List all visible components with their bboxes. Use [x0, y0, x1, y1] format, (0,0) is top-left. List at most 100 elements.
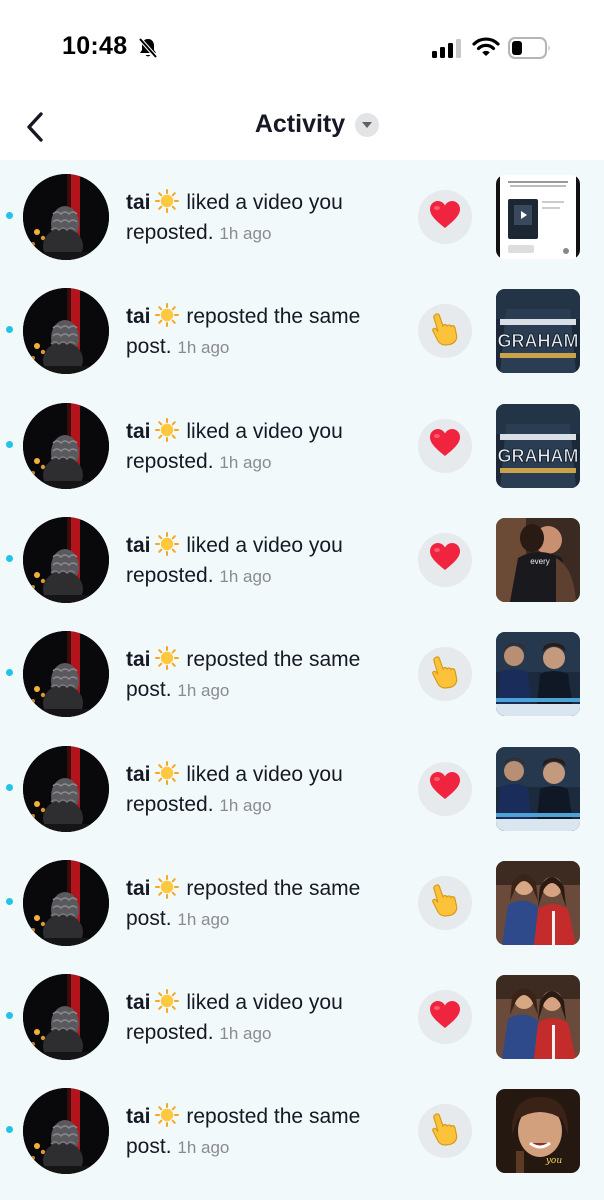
username[interactable]: tai	[126, 1105, 151, 1128]
username[interactable]: tai	[126, 191, 151, 214]
avatar[interactable]	[23, 859, 109, 946]
username[interactable]: tai	[126, 763, 151, 786]
timestamp: 1h ago	[219, 566, 272, 586]
unread-dot	[6, 669, 13, 677]
svg-text:you: you	[545, 1156, 563, 1166]
timestamp: 1h ago	[177, 909, 230, 929]
sun-icon	[154, 874, 179, 906]
avatar[interactable]	[23, 974, 109, 1061]
video-thumbnail[interactable]: every	[496, 517, 580, 602]
video-thumbnail[interactable]	[496, 175, 580, 259]
heart-icon	[429, 200, 461, 235]
timestamp: 1h ago	[177, 338, 230, 358]
avatar[interactable]	[23, 174, 109, 260]
activity-text[interactable]: tai reposted the same post. 1h ago	[126, 874, 406, 933]
sun-icon	[154, 760, 179, 792]
activity-list: tai liked a video you reposted. 1h ago t…	[0, 160, 604, 1200]
pointing-hand-icon	[429, 1112, 461, 1151]
video-thumbnail[interactable]: you	[496, 1089, 580, 1174]
avatar[interactable]	[23, 402, 109, 489]
unread-dot	[6, 897, 13, 905]
timestamp: 1h ago	[219, 795, 272, 815]
avatar[interactable]	[23, 516, 109, 603]
repost-button[interactable]	[418, 647, 472, 702]
header: Activity	[0, 96, 604, 158]
unread-dot	[6, 440, 13, 448]
heart-icon	[429, 428, 461, 463]
sun-icon	[154, 417, 179, 449]
username[interactable]: tai	[126, 305, 151, 328]
activity-text[interactable]: tai liked a video you reposted. 1h ago	[126, 531, 406, 590]
activity-text[interactable]: tai liked a video you reposted. 1h ago	[126, 989, 406, 1047]
username[interactable]: tai	[126, 420, 151, 443]
unread-dot	[6, 554, 13, 562]
activity-text[interactable]: tai reposted the same post. 1h ago	[126, 1103, 406, 1161]
signal-icon	[432, 38, 462, 63]
wifi-icon	[472, 36, 500, 63]
page-title: Activity	[254, 110, 346, 138]
like-button[interactable]	[418, 532, 472, 587]
avatar[interactable]	[23, 288, 109, 375]
caret-down-icon[interactable]	[355, 112, 380, 137]
timestamp: 1h ago	[219, 224, 272, 243]
sun-icon	[154, 303, 179, 334]
timestamp: 1h ago	[219, 452, 272, 472]
heart-icon	[429, 542, 461, 577]
activity-row[interactable]: tai reposted the same post. 1h ago you	[0, 1074, 604, 1188]
username[interactable]: tai	[126, 991, 151, 1014]
like-button[interactable]	[418, 418, 472, 473]
sun-icon	[154, 531, 179, 563]
video-thumbnail[interactable]	[496, 632, 580, 717]
username[interactable]: tai	[126, 877, 151, 900]
repost-button[interactable]	[418, 875, 472, 930]
heart-icon	[429, 771, 461, 806]
timestamp: 1h ago	[219, 1024, 272, 1044]
activity-text[interactable]: tai liked a video you reposted. 1h ago	[126, 417, 406, 476]
timestamp: 1h ago	[177, 1138, 230, 1158]
repost-button[interactable]	[418, 1104, 472, 1159]
activity-text[interactable]: tai reposted the same post. 1h ago	[126, 646, 406, 704]
activity-row[interactable]: tai liked a video you reposted. 1h ago	[0, 732, 604, 846]
activity-text[interactable]: tai liked a video you reposted. 1h ago	[126, 189, 406, 247]
svg-text:GRAHAM: GRAHAM	[498, 331, 579, 351]
username[interactable]: tai	[126, 648, 151, 671]
activity-text[interactable]: tai reposted the same post. 1h ago	[126, 303, 406, 361]
unread-dot	[6, 1126, 13, 1134]
unread-dot	[6, 1012, 13, 1020]
video-thumbnail[interactable]	[496, 975, 580, 1060]
battery-icon	[508, 37, 552, 64]
video-thumbnail[interactable]	[496, 860, 580, 945]
activity-row[interactable]: tai reposted the same post. 1h ago	[0, 846, 604, 960]
video-thumbnail[interactable]: GRAHAM	[496, 403, 580, 488]
video-thumbnail[interactable]	[496, 746, 580, 831]
avatar[interactable]	[23, 631, 109, 718]
like-button[interactable]	[418, 990, 472, 1045]
like-button[interactable]	[418, 190, 472, 244]
unread-dot	[6, 326, 13, 334]
title-selector[interactable]: Activity	[0, 110, 604, 139]
activity-row[interactable]: tai reposted the same post. 1h ago GRAHA…	[0, 274, 604, 388]
pointing-hand-icon	[429, 655, 461, 694]
unread-dot	[6, 212, 13, 219]
like-button[interactable]	[418, 761, 472, 816]
svg-text:GRAHAM: GRAHAM	[498, 446, 579, 466]
video-thumbnail[interactable]: GRAHAM	[496, 289, 580, 374]
sun-icon	[154, 1103, 179, 1134]
activity-row[interactable]: tai liked a video you reposted. 1h ago	[0, 960, 604, 1074]
activity-row[interactable]: tai liked a video you reposted. 1h ago e…	[0, 503, 604, 617]
svg-text:every: every	[530, 557, 550, 566]
activity-row[interactable]: tai liked a video you reposted. 1h ago	[0, 160, 604, 274]
heart-icon	[429, 1000, 461, 1035]
sun-icon	[154, 189, 179, 220]
username[interactable]: tai	[126, 534, 151, 557]
status-bar: 10:48	[0, 0, 604, 96]
avatar[interactable]	[23, 745, 109, 832]
status-time: 10:48	[62, 32, 128, 60]
pointing-hand-icon	[429, 312, 461, 351]
repost-button[interactable]	[418, 304, 472, 359]
avatar[interactable]	[23, 1088, 109, 1175]
activity-row[interactable]: tai reposted the same post. 1h ago	[0, 617, 604, 731]
activity-text[interactable]: tai liked a video you reposted. 1h ago	[126, 760, 406, 819]
unread-dot	[6, 783, 13, 791]
activity-row[interactable]: tai liked a video you reposted. 1h ago G…	[0, 389, 604, 503]
